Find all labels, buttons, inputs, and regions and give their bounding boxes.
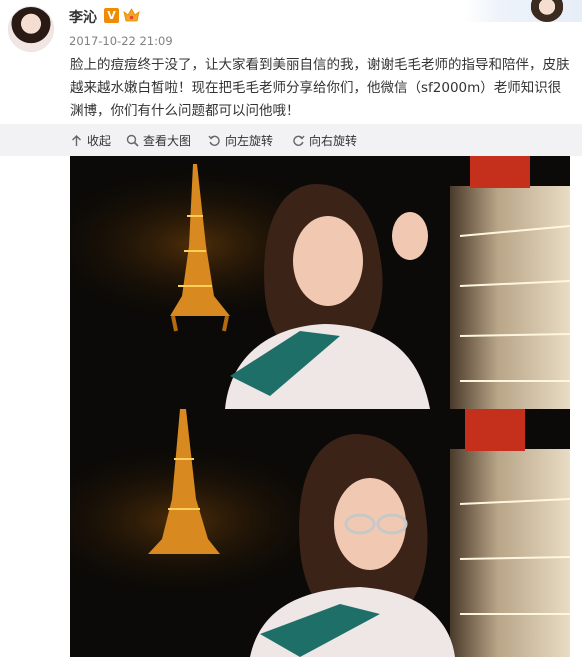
- verified-badge-icon: V: [104, 8, 119, 23]
- photo-illustration-2: [70, 409, 570, 657]
- post-image-2[interactable]: [70, 409, 570, 657]
- username[interactable]: 李沁: [69, 7, 97, 27]
- decoration-image: [530, 0, 564, 22]
- view-large-button[interactable]: 查看大图: [126, 132, 191, 148]
- rotate-right-label: 向右旋转: [309, 133, 358, 148]
- rotate-left-button[interactable]: 向左旋转: [208, 132, 273, 148]
- post-image-1[interactable]: [70, 156, 570, 409]
- crown-icon: [123, 8, 140, 22]
- rotate-right-icon: [293, 135, 305, 146]
- zoom-icon: [126, 134, 139, 147]
- collapse-icon: [72, 134, 81, 146]
- post-content: 脸上的痘痘终于没了，让大家看到美丽自信的我，谢谢毛毛老师的指导和陪伴，皮肤越来越…: [70, 57, 570, 119]
- rotate-left-icon: [208, 135, 220, 146]
- post-header: 李沁 V 2017-10-22 21:09: [0, 0, 582, 60]
- header-decoration: [464, 0, 582, 22]
- post-timestamp[interactable]: 2017-10-22 21:09: [69, 34, 173, 48]
- collapse-label: 收起: [87, 133, 112, 148]
- rotate-right-button[interactable]: 向右旋转: [292, 132, 357, 148]
- avatar[interactable]: [8, 6, 54, 52]
- photo-illustration-1: [70, 156, 570, 409]
- image-toolbar: 收起 查看大图 向左旋转 向右旋转: [0, 124, 582, 156]
- rotate-left-label: 向左旋转: [225, 133, 274, 148]
- collapse-button[interactable]: 收起: [70, 132, 111, 148]
- view-large-label: 查看大图: [143, 133, 192, 148]
